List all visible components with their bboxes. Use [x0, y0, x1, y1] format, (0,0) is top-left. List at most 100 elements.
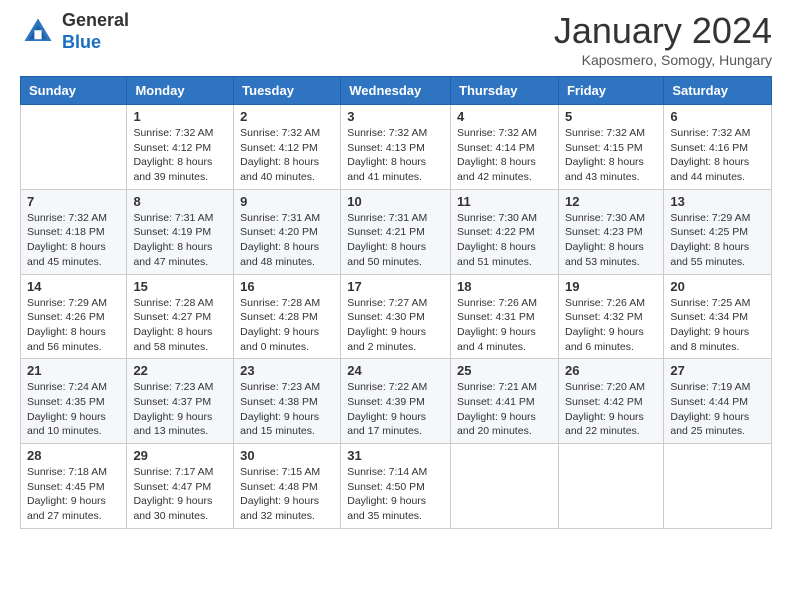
- table-row: 2 Sunrise: 7:32 AM Sunset: 4:12 PM Daylig…: [234, 105, 341, 190]
- day-info: Sunrise: 7:32 AM Sunset: 4:16 PM Dayligh…: [670, 126, 765, 185]
- table-row: 16Sunrise: 7:28 AM Sunset: 4:28 PM Dayli…: [234, 274, 341, 359]
- day-number: 26: [565, 363, 657, 378]
- table-row: 4 Sunrise: 7:32 AM Sunset: 4:14 PM Daylig…: [451, 105, 559, 190]
- day-info: Sunrise: 7:18 AM Sunset: 4:45 PM Dayligh…: [27, 465, 120, 524]
- col-friday: Friday: [558, 77, 663, 105]
- table-row: 11 Sunrise: 7:30 AM Sunset: 4:22 PM Dayli…: [451, 189, 559, 274]
- day-number: 8: [133, 194, 227, 209]
- day-info: Sunrise: 7:30 AM Sunset: 4:23 PM Dayligh…: [565, 211, 657, 270]
- day-info: Sunrise: 7:15 AM Sunset: 4:48 PM Dayligh…: [240, 465, 334, 524]
- week-row-4: 28 Sunrise: 7:18 AM Sunset: 4:45 PM Dayli…: [21, 444, 772, 529]
- table-row: 28 Sunrise: 7:18 AM Sunset: 4:45 PM Dayli…: [21, 444, 127, 529]
- logo-text: General Blue: [62, 10, 129, 53]
- table-row: 18 Sunrise: 7:26 AM Sunset: 4:31 PM Dayli…: [451, 274, 559, 359]
- week-row-2: 14 Sunrise: 7:29 AM Sunset: 4:26 PM Dayli…: [21, 274, 772, 359]
- day-info: Sunrise: 7:25 AM Sunset: 4:34 PM Dayligh…: [670, 296, 765, 355]
- table-row: [664, 444, 772, 529]
- table-row: 8 Sunrise: 7:31 AM Sunset: 4:19 PM Daylig…: [127, 189, 234, 274]
- col-monday: Monday: [127, 77, 234, 105]
- table-row: 23 Sunrise: 7:23 AM Sunset: 4:38 PM Dayli…: [234, 359, 341, 444]
- day-number: 19: [565, 279, 657, 294]
- day-number: 12: [565, 194, 657, 209]
- day-info: Sunrise: 7:29 AM Sunset: 4:25 PM Dayligh…: [670, 211, 765, 270]
- table-row: 29Sunrise: 7:17 AM Sunset: 4:47 PM Dayli…: [127, 444, 234, 529]
- day-number: 25: [457, 363, 552, 378]
- day-info: Sunrise: 7:31 AM Sunset: 4:20 PM Dayligh…: [240, 211, 334, 270]
- table-row: [21, 105, 127, 190]
- table-row: 21Sunrise: 7:24 AM Sunset: 4:35 PM Dayli…: [21, 359, 127, 444]
- day-info: Sunrise: 7:19 AM Sunset: 4:44 PM Dayligh…: [670, 380, 765, 439]
- day-info: Sunrise: 7:26 AM Sunset: 4:32 PM Dayligh…: [565, 296, 657, 355]
- day-number: 4: [457, 109, 552, 124]
- day-number: 9: [240, 194, 334, 209]
- day-number: 3: [347, 109, 444, 124]
- day-number: 23: [240, 363, 334, 378]
- day-info: Sunrise: 7:31 AM Sunset: 4:21 PM Dayligh…: [347, 211, 444, 270]
- week-row-1: 7Sunrise: 7:32 AM Sunset: 4:18 PM Daylig…: [21, 189, 772, 274]
- month-title: January 2024: [554, 10, 772, 52]
- logo-blue: Blue: [62, 32, 101, 52]
- table-row: 15Sunrise: 7:28 AM Sunset: 4:27 PM Dayli…: [127, 274, 234, 359]
- table-row: 20 Sunrise: 7:25 AM Sunset: 4:34 PM Dayli…: [664, 274, 772, 359]
- day-info: Sunrise: 7:31 AM Sunset: 4:19 PM Dayligh…: [133, 211, 227, 270]
- day-info: Sunrise: 7:23 AM Sunset: 4:37 PM Dayligh…: [133, 380, 227, 439]
- day-number: 1: [133, 109, 227, 124]
- title-block: January 2024 Kaposmero, Somogy, Hungary: [554, 10, 772, 68]
- day-info: Sunrise: 7:27 AM Sunset: 4:30 PM Dayligh…: [347, 296, 444, 355]
- day-number: 20: [670, 279, 765, 294]
- day-number: 28: [27, 448, 120, 463]
- day-info: Sunrise: 7:21 AM Sunset: 4:41 PM Dayligh…: [457, 380, 552, 439]
- table-row: 13 Sunrise: 7:29 AM Sunset: 4:25 PM Dayli…: [664, 189, 772, 274]
- day-number: 13: [670, 194, 765, 209]
- day-number: 24: [347, 363, 444, 378]
- table-row: 22 Sunrise: 7:23 AM Sunset: 4:37 PM Dayli…: [127, 359, 234, 444]
- day-info: Sunrise: 7:32 AM Sunset: 4:18 PM Dayligh…: [27, 211, 120, 270]
- day-number: 11: [457, 194, 552, 209]
- day-number: 17: [347, 279, 444, 294]
- col-wednesday: Wednesday: [341, 77, 451, 105]
- day-number: 16: [240, 279, 334, 294]
- day-number: 10: [347, 194, 444, 209]
- table-row: 17 Sunrise: 7:27 AM Sunset: 4:30 PM Dayli…: [341, 274, 451, 359]
- day-number: 27: [670, 363, 765, 378]
- table-row: 1Sunrise: 7:32 AM Sunset: 4:12 PM Daylig…: [127, 105, 234, 190]
- day-info: Sunrise: 7:20 AM Sunset: 4:42 PM Dayligh…: [565, 380, 657, 439]
- day-number: 18: [457, 279, 552, 294]
- day-number: 30: [240, 448, 334, 463]
- table-row: 5 Sunrise: 7:32 AM Sunset: 4:15 PM Daylig…: [558, 105, 663, 190]
- col-saturday: Saturday: [664, 77, 772, 105]
- day-info: Sunrise: 7:23 AM Sunset: 4:38 PM Dayligh…: [240, 380, 334, 439]
- day-info: Sunrise: 7:32 AM Sunset: 4:12 PM Dayligh…: [240, 126, 334, 185]
- col-sunday: Sunday: [21, 77, 127, 105]
- day-number: 22: [133, 363, 227, 378]
- day-number: 6: [670, 109, 765, 124]
- week-row-3: 21Sunrise: 7:24 AM Sunset: 4:35 PM Dayli…: [21, 359, 772, 444]
- day-info: Sunrise: 7:29 AM Sunset: 4:26 PM Dayligh…: [27, 296, 120, 355]
- col-tuesday: Tuesday: [234, 77, 341, 105]
- table-row: 10 Sunrise: 7:31 AM Sunset: 4:21 PM Dayli…: [341, 189, 451, 274]
- logo-icon: [20, 14, 56, 50]
- table-row: 24Sunrise: 7:22 AM Sunset: 4:39 PM Dayli…: [341, 359, 451, 444]
- day-info: Sunrise: 7:28 AM Sunset: 4:27 PM Dayligh…: [133, 296, 227, 355]
- page: General Blue January 2024 Kaposmero, Som…: [0, 0, 792, 612]
- day-info: Sunrise: 7:30 AM Sunset: 4:22 PM Dayligh…: [457, 211, 552, 270]
- logo: General Blue: [20, 10, 129, 53]
- table-row: 30 Sunrise: 7:15 AM Sunset: 4:48 PM Dayli…: [234, 444, 341, 529]
- table-row: [451, 444, 559, 529]
- table-row: 19 Sunrise: 7:26 AM Sunset: 4:32 PM Dayli…: [558, 274, 663, 359]
- logo-general: General: [62, 10, 129, 30]
- day-info: Sunrise: 7:32 AM Sunset: 4:15 PM Dayligh…: [565, 126, 657, 185]
- day-info: Sunrise: 7:26 AM Sunset: 4:31 PM Dayligh…: [457, 296, 552, 355]
- table-row: 27 Sunrise: 7:19 AM Sunset: 4:44 PM Dayli…: [664, 359, 772, 444]
- day-number: 14: [27, 279, 120, 294]
- table-row: 14 Sunrise: 7:29 AM Sunset: 4:26 PM Dayli…: [21, 274, 127, 359]
- day-info: Sunrise: 7:32 AM Sunset: 4:14 PM Dayligh…: [457, 126, 552, 185]
- table-row: 3Sunrise: 7:32 AM Sunset: 4:13 PM Daylig…: [341, 105, 451, 190]
- day-number: 5: [565, 109, 657, 124]
- table-row: 7Sunrise: 7:32 AM Sunset: 4:18 PM Daylig…: [21, 189, 127, 274]
- subtitle: Kaposmero, Somogy, Hungary: [554, 52, 772, 68]
- header-row: Sunday Monday Tuesday Wednesday Thursday…: [21, 77, 772, 105]
- table-row: 26 Sunrise: 7:20 AM Sunset: 4:42 PM Dayli…: [558, 359, 663, 444]
- day-number: 2: [240, 109, 334, 124]
- week-row-0: 1 Sunrise: 7:32 AM Sunset: 4:12 PM Daylig…: [21, 105, 772, 190]
